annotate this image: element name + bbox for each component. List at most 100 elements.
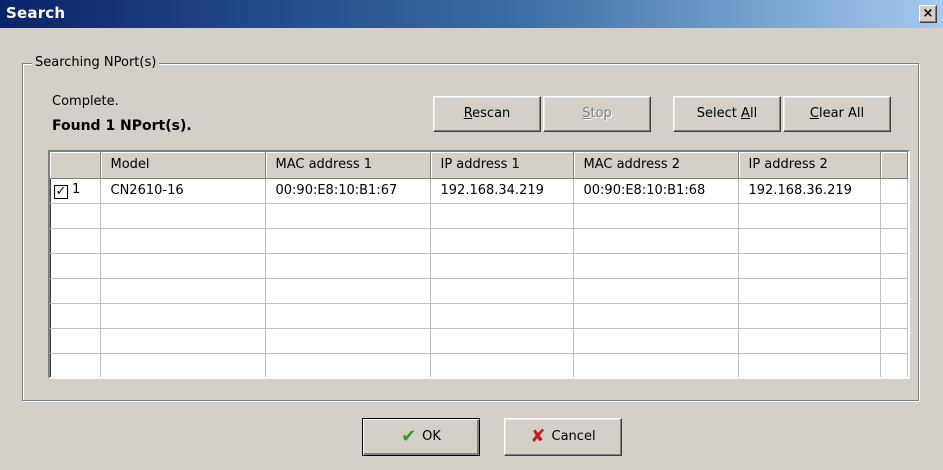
empty-cell — [265, 278, 431, 304]
empty-table-row — [50, 253, 908, 279]
mac1-cell: 00:90:E8:10:B1:67 — [265, 178, 431, 204]
filler-cell — [880, 178, 908, 204]
table-row[interactable]: ✓ 1 CN2610-16 00:90:E8:10:B1:67 192.168.3… — [50, 178, 908, 204]
row-index: 1 — [72, 182, 81, 197]
close-button[interactable]: × — [919, 5, 937, 23]
rescan-button[interactable]: Rescan — [433, 96, 541, 132]
empty-cell — [100, 228, 266, 254]
close-icon: × — [922, 6, 934, 21]
empty-table-row — [50, 228, 908, 254]
empty-table-row — [50, 353, 908, 377]
clear-all-label-post: lear All — [818, 106, 865, 121]
empty-cell — [265, 203, 431, 229]
empty-cell — [50, 278, 101, 304]
empty-cell — [100, 278, 266, 304]
empty-cell — [50, 303, 101, 329]
status-text: Complete. — [52, 94, 119, 109]
empty-cell — [573, 278, 739, 304]
x-cross-icon: ✘ — [530, 426, 546, 447]
empty-cell — [265, 328, 431, 354]
checkmark-icon: ✔ — [401, 426, 417, 447]
empty-cell — [50, 328, 101, 354]
cancel-button[interactable]: ✘ Cancel — [504, 418, 622, 456]
rescan-accel-key: R — [463, 106, 473, 121]
empty-cell — [50, 203, 101, 229]
column-header-model[interactable]: Model — [100, 152, 266, 179]
empty-cell — [265, 228, 431, 254]
empty-cell — [573, 328, 739, 354]
column-header-select[interactable] — [50, 152, 101, 179]
ok-label: OK — [422, 429, 441, 444]
row-checkbox[interactable]: ✓ — [54, 185, 68, 199]
column-header-filler — [880, 152, 908, 179]
empty-table-row — [50, 303, 908, 329]
empty-cell — [430, 353, 574, 377]
empty-cell — [265, 303, 431, 329]
empty-table-row — [50, 278, 908, 304]
empty-cell — [100, 328, 266, 354]
empty-cell — [573, 303, 739, 329]
empty-cell — [573, 203, 739, 229]
empty-cell — [738, 353, 881, 377]
groupbox-label: Searching NPort(s) — [32, 55, 160, 70]
mac2-cell: 00:90:E8:10:B1:68 — [573, 178, 739, 204]
model-cell: CN2610-16 — [100, 178, 266, 204]
empty-cell — [573, 253, 739, 279]
empty-cell — [430, 303, 574, 329]
table-header-row: Model MAC address 1 IP address 1 MAC add… — [50, 152, 908, 179]
empty-cell — [100, 203, 266, 229]
empty-table-row — [50, 328, 908, 354]
window-title: Search — [6, 4, 66, 22]
empty-cell — [880, 278, 908, 304]
empty-cell — [738, 228, 881, 254]
empty-cell — [50, 253, 101, 279]
stop-button[interactable]: Stop — [543, 96, 651, 132]
ip1-cell: 192.168.34.219 — [430, 178, 574, 204]
empty-cell — [573, 353, 739, 377]
stop-label-post: top — [590, 106, 612, 121]
empty-cell — [880, 353, 908, 377]
select-all-accel-key: A — [741, 106, 750, 121]
empty-cell — [880, 303, 908, 329]
empty-cell — [738, 253, 881, 279]
cancel-label: Cancel — [551, 429, 596, 444]
empty-cell — [430, 228, 574, 254]
clear-all-accel-key: C — [809, 106, 819, 121]
empty-cell — [430, 253, 574, 279]
empty-cell — [880, 328, 908, 354]
nport-list-grid[interactable]: Model MAC address 1 IP address 1 MAC add… — [48, 150, 910, 379]
empty-cell — [880, 203, 908, 229]
found-count-text: Found 1 NPort(s). — [52, 118, 192, 134]
select-all-label-post: ll — [749, 106, 758, 121]
empty-cell — [738, 278, 881, 304]
ip2-cell: 192.168.36.219 — [738, 178, 881, 204]
rescan-label-post: escan — [472, 106, 511, 121]
empty-table-row — [50, 203, 908, 229]
column-header-ip1[interactable]: IP address 1 — [430, 152, 574, 179]
empty-cell — [265, 353, 431, 377]
empty-cell — [50, 228, 101, 254]
empty-cell — [738, 328, 881, 354]
empty-cell — [100, 253, 266, 279]
empty-cell — [880, 253, 908, 279]
empty-cell — [573, 228, 739, 254]
column-header-ip2[interactable]: IP address 2 — [738, 152, 881, 179]
row-select-cell[interactable]: ✓ 1 — [50, 178, 101, 204]
select-all-button[interactable]: Select All — [673, 96, 781, 132]
empty-cell — [430, 203, 574, 229]
empty-cell — [430, 278, 574, 304]
ok-button[interactable]: ✔ OK — [362, 418, 480, 456]
select-all-label-pre: Select — [696, 106, 742, 121]
empty-cell — [430, 328, 574, 354]
empty-cell — [880, 228, 908, 254]
empty-cell — [100, 353, 266, 377]
empty-cell — [265, 253, 431, 279]
column-header-mac1[interactable]: MAC address 1 — [265, 152, 431, 179]
empty-cell — [738, 303, 881, 329]
clear-all-button[interactable]: Clear All — [783, 96, 891, 132]
title-bar: Search × — [0, 0, 943, 28]
empty-cell — [100, 303, 266, 329]
nport-table: Model MAC address 1 IP address 1 MAC add… — [50, 152, 908, 377]
column-header-mac2[interactable]: MAC address 2 — [573, 152, 739, 179]
empty-cell — [50, 353, 101, 377]
